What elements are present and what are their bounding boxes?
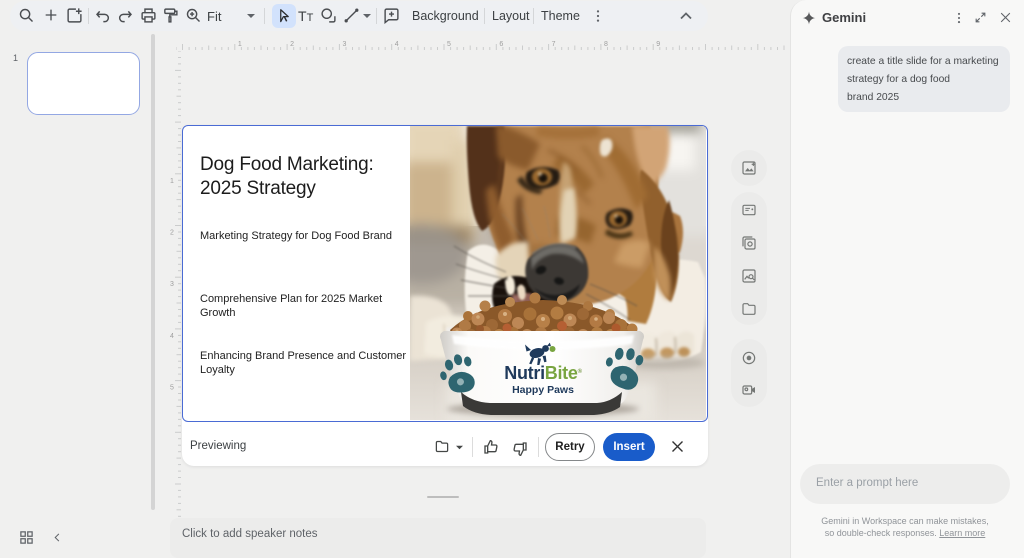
svg-text:NutriBite®: NutriBite® bbox=[504, 363, 582, 383]
svg-text:2: 2 bbox=[290, 41, 294, 48]
svg-text:7: 7 bbox=[552, 41, 556, 48]
svg-text:8: 8 bbox=[604, 41, 608, 48]
svg-text:3: 3 bbox=[170, 281, 174, 288]
svg-text:4: 4 bbox=[395, 41, 399, 48]
svg-text:2: 2 bbox=[170, 229, 174, 236]
svg-text:6: 6 bbox=[499, 41, 503, 48]
svg-text:5: 5 bbox=[170, 385, 174, 392]
svg-text:3: 3 bbox=[342, 41, 346, 48]
svg-text:Happy Paws: Happy Paws bbox=[512, 384, 574, 396]
svg-text:9: 9 bbox=[656, 41, 660, 48]
svg-text:5: 5 bbox=[447, 41, 451, 48]
svg-text:1: 1 bbox=[170, 178, 174, 185]
svg-text:1: 1 bbox=[238, 41, 242, 48]
svg-text:4: 4 bbox=[170, 333, 174, 340]
